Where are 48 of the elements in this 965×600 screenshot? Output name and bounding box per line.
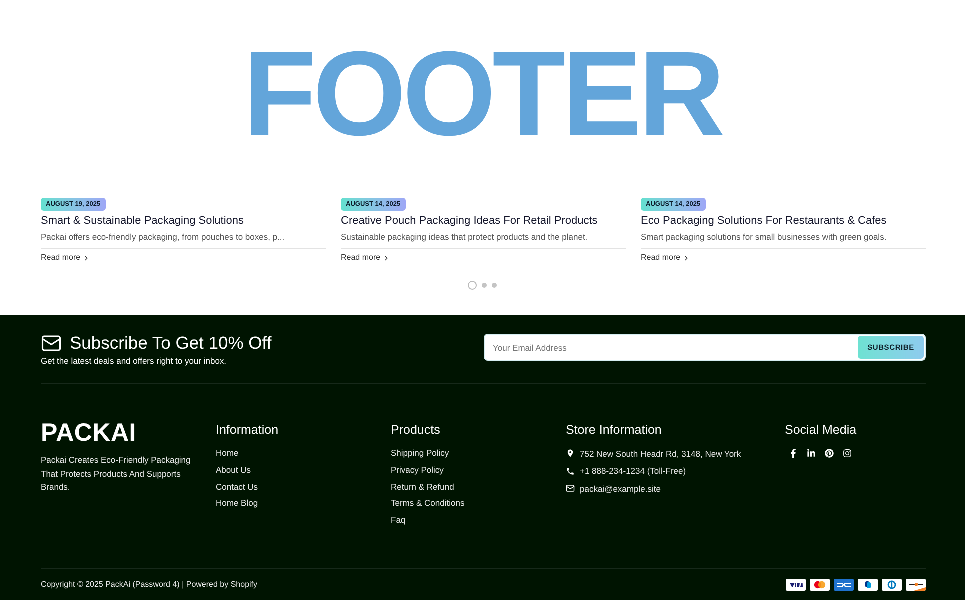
pinterest-icon[interactable] bbox=[825, 449, 834, 458]
store-info-text: +1 888-234-1234 (Toll-Free) bbox=[580, 465, 686, 478]
chevron-right-icon bbox=[82, 254, 90, 262]
read-more-link[interactable]: Read more bbox=[41, 253, 90, 263]
brand-logo[interactable]: PACKAI bbox=[41, 421, 136, 446]
mail-icon bbox=[41, 333, 62, 354]
mastercard-icon bbox=[810, 578, 830, 590]
mail-icon bbox=[566, 484, 575, 494]
diners-club-icon bbox=[882, 578, 902, 590]
footer-link[interactable]: Home Blog bbox=[216, 495, 258, 512]
brand-description: Packai Creates Eco-Friendly Packaging That Protects Products And Supports Brands. bbox=[41, 454, 192, 494]
discover-icon bbox=[906, 578, 926, 590]
instagram-icon[interactable] bbox=[843, 449, 852, 458]
chevron-right-icon bbox=[682, 254, 690, 262]
footer-link[interactable]: Shipping Policy bbox=[391, 445, 450, 462]
read-more-link[interactable]: Read more bbox=[341, 253, 390, 263]
chevron-right-icon bbox=[382, 254, 390, 262]
post-excerpt: Smart packaging solutions for small businesses with green goals. bbox=[641, 231, 887, 243]
visa-icon bbox=[786, 578, 806, 590]
store-info-text: packai@example.site bbox=[580, 482, 661, 495]
column-heading: Social Media bbox=[785, 422, 857, 439]
column-heading: Products bbox=[391, 422, 440, 439]
location-pin-icon bbox=[566, 449, 575, 458]
post-excerpt: Sustainable packaging ideas that protect products and the planet. bbox=[341, 231, 588, 243]
copyright-text: Copyright © 2025 PackAi (Password 4) | Powered by Shopify bbox=[41, 578, 258, 590]
amex-icon bbox=[834, 578, 854, 590]
footer-link[interactable]: Home bbox=[216, 445, 239, 462]
column-heading: Information bbox=[216, 422, 279, 439]
subscribe-heading: Subscribe To Get 10% Off bbox=[70, 334, 272, 353]
post-excerpt: Packai offers eco-friendly packaging, from pouches to boxes, p... bbox=[41, 231, 285, 243]
paypal-icon bbox=[858, 578, 878, 590]
footer-link[interactable]: About Us bbox=[216, 462, 251, 479]
post-title[interactable]: Creative Pouch Packaging Ideas For Retail Products bbox=[341, 214, 598, 229]
post-title[interactable]: Smart & Sustainable Packaging Solutions bbox=[41, 214, 244, 229]
phone-icon bbox=[566, 466, 575, 476]
post-title[interactable]: Eco Packaging Solutions For Restaurants & Cafes bbox=[641, 214, 887, 229]
footer-link[interactable]: Privacy Policy bbox=[391, 462, 444, 479]
linkedin-icon[interactable] bbox=[807, 449, 816, 458]
column-heading: Store Information bbox=[566, 422, 662, 439]
footer-link[interactable]: Faq bbox=[391, 512, 406, 529]
facebook-icon[interactable] bbox=[789, 449, 798, 458]
subscribe-subtitle: Get the latest deals and offers right to your inbox. bbox=[41, 355, 228, 367]
read-more-link[interactable]: Read more bbox=[641, 253, 690, 263]
store-info-text: 752 New South Headr Rd, 3148, New York bbox=[580, 448, 742, 460]
footer-link[interactable]: Return & Refund bbox=[391, 478, 454, 496]
footer-link[interactable]: Contact Us bbox=[216, 478, 258, 496]
page-heading: FOOTER bbox=[243, 34, 722, 154]
footer-link[interactable]: Terms & Conditions bbox=[391, 495, 465, 512]
